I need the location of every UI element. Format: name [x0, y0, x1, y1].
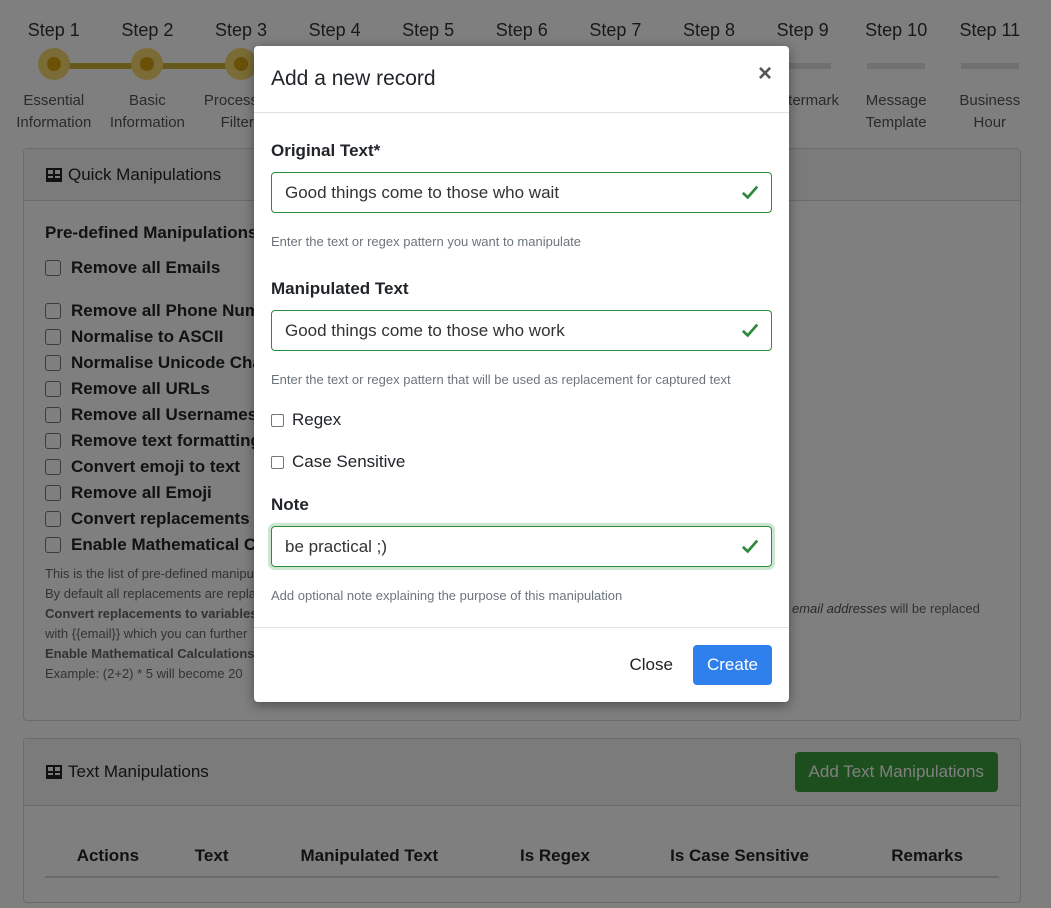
modal-footer: Close Create	[254, 627, 789, 702]
manipulated-text-value: Good things come to those who work	[285, 320, 565, 340]
original-text-help: Enter the text or regex pattern you want…	[271, 234, 582, 249]
original-text-value: Good things come to those who wait	[285, 182, 560, 202]
close-icon[interactable]: ×	[758, 60, 772, 88]
regex-checkbox-row[interactable]: Regex	[271, 410, 772, 430]
modal-header: Add a new record ×	[254, 46, 789, 113]
case-sensitive-checkbox-row[interactable]: Case Sensitive	[271, 452, 772, 472]
note-value: be practical ;)	[285, 536, 388, 556]
original-text-label: Original Text*	[271, 141, 381, 160]
close-button[interactable]: Close	[624, 645, 679, 685]
add-record-modal: Add a new record × Original Text* Good t…	[254, 46, 789, 702]
case-sensitive-label: Case Sensitive	[292, 452, 406, 471]
manipulated-text-input[interactable]: Good things come to those who work	[271, 310, 772, 351]
valid-check-icon	[741, 539, 759, 554]
case-sensitive-checkbox[interactable]	[271, 455, 284, 469]
note-help: Add optional note explaining the purpose…	[271, 588, 623, 603]
modal-title: Add a new record	[271, 67, 436, 90]
note-input[interactable]: be practical ;)	[271, 526, 772, 567]
original-text-input[interactable]: Good things come to those who wait	[271, 172, 772, 213]
note-label: Note	[271, 495, 309, 514]
manipulated-text-help: Enter the text or regex pattern that wil…	[271, 372, 731, 387]
regex-label: Regex	[292, 410, 342, 429]
regex-checkbox[interactable]	[271, 413, 284, 427]
valid-check-icon	[741, 323, 759, 338]
valid-check-icon	[741, 185, 759, 200]
manipulated-text-label: Manipulated Text	[271, 279, 409, 298]
create-button[interactable]: Create	[692, 645, 772, 685]
